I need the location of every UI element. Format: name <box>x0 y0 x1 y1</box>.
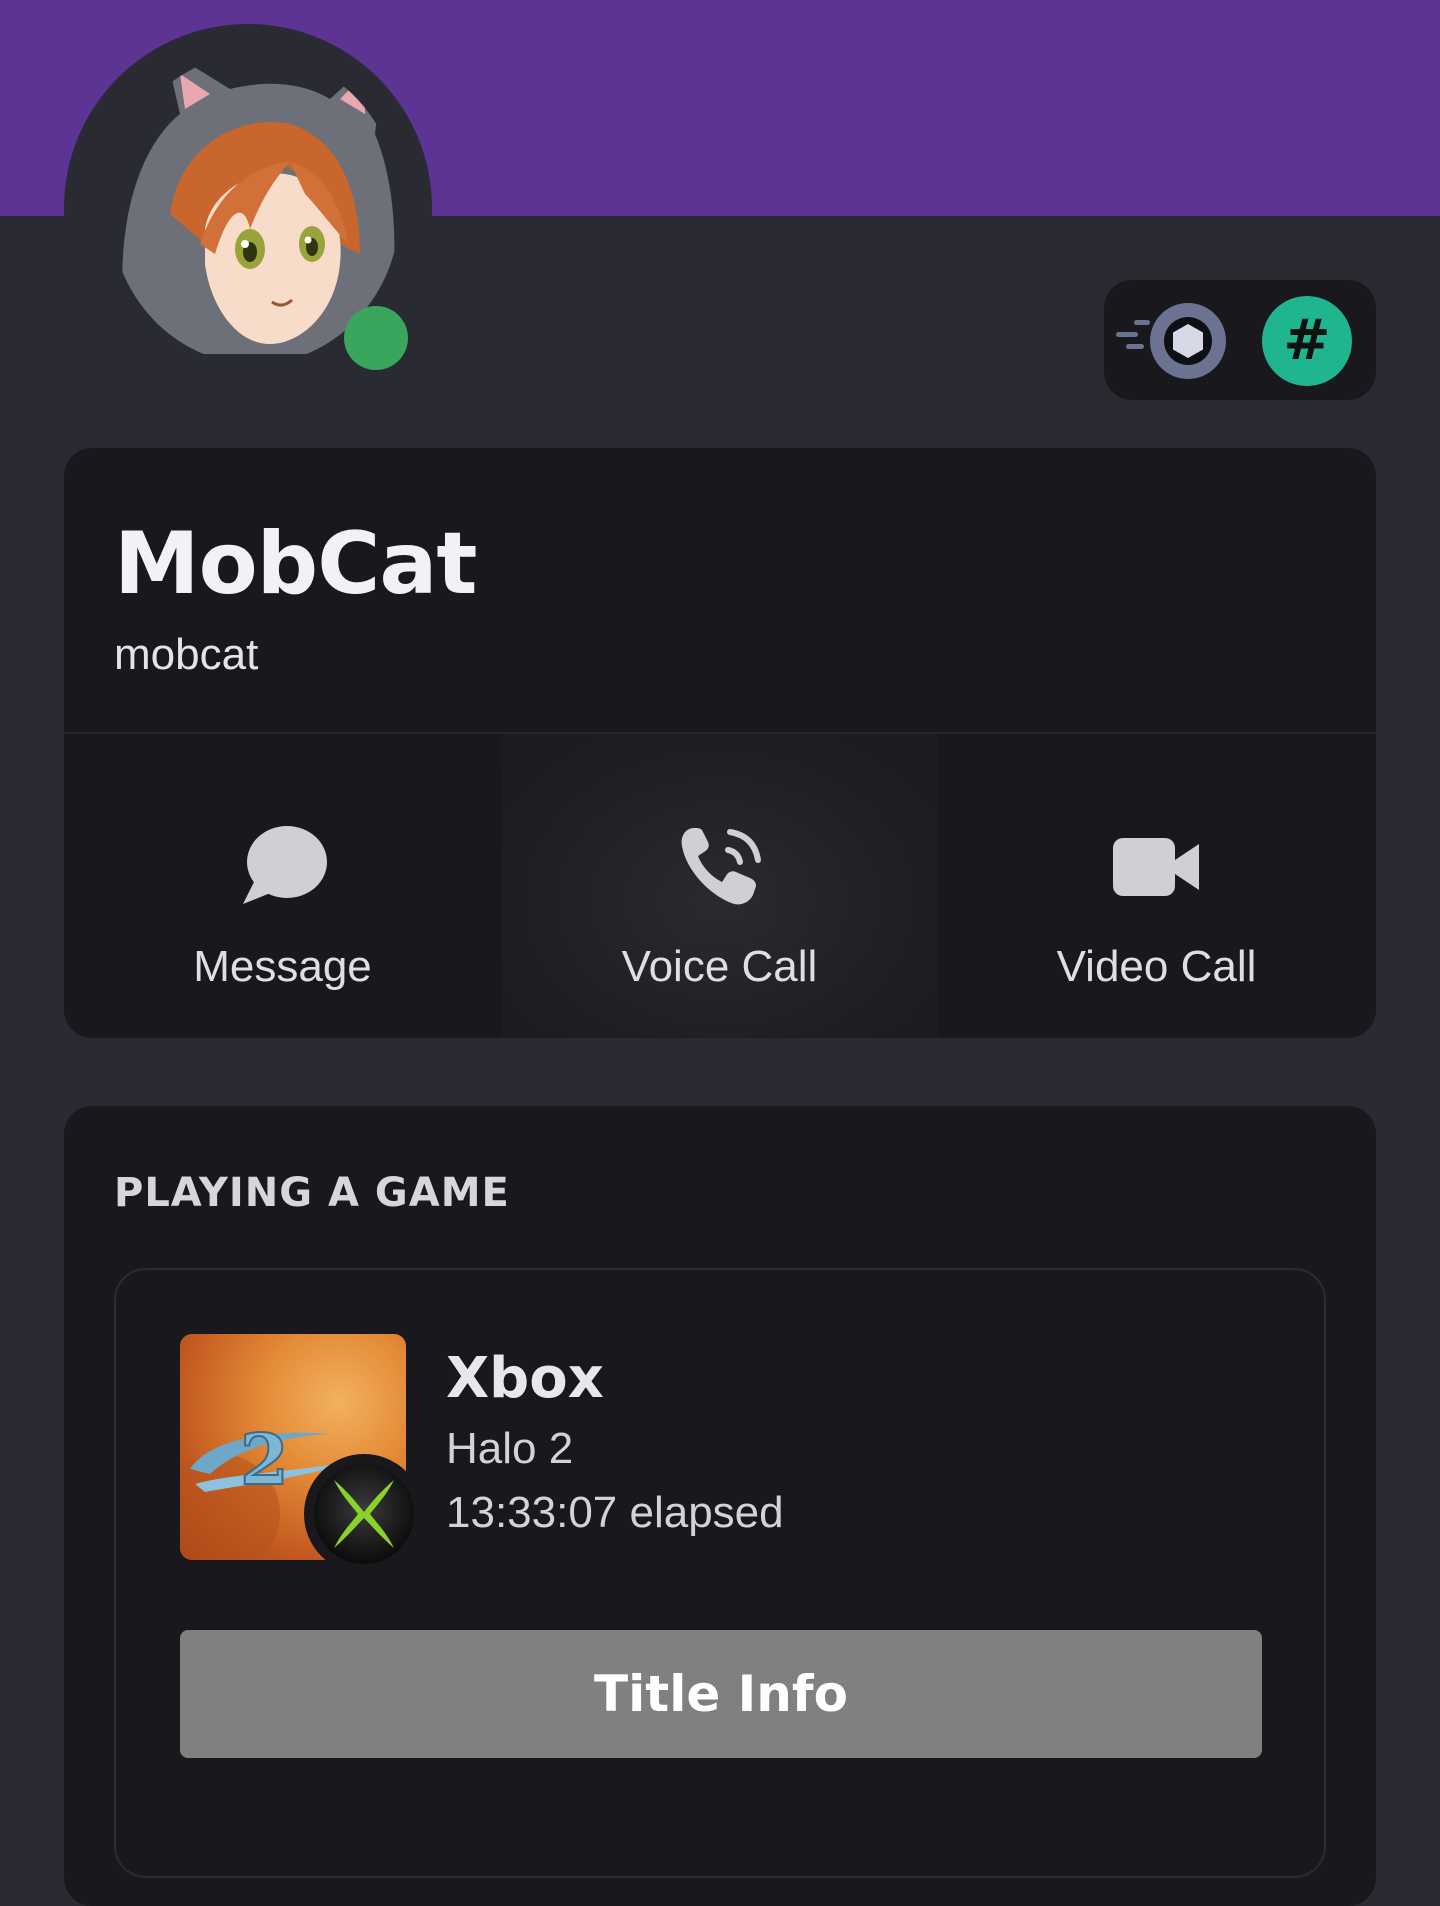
activity-details: Halo 2 <box>446 1424 574 1473</box>
status-indicator <box>344 306 408 370</box>
chat-bubble-icon <box>235 824 331 908</box>
activity-card: PLAYING A GAME 2 Xbox Halo 2 13:33:07 el… <box>64 1106 1376 1906</box>
video-call-label: Video Call <box>1056 942 1257 991</box>
section-title: PLAYING A GAME <box>114 1170 510 1216</box>
hash-icon[interactable]: # <box>1262 296 1352 386</box>
username: mobcat <box>114 630 259 679</box>
activity-name: Xbox <box>446 1346 604 1411</box>
game-activity: 2 Xbox Halo 2 13:33:07 elapsed Title Inf… <box>114 1268 1326 1878</box>
svg-text:2: 2 <box>240 1418 289 1501</box>
badge-tray: # <box>1104 280 1376 400</box>
activity-elapsed: 13:33:07 elapsed <box>446 1488 784 1537</box>
phone-icon <box>672 824 768 908</box>
video-camera-icon <box>1109 824 1205 908</box>
speed-nitro-icon[interactable] <box>1114 296 1226 386</box>
title-info-button[interactable]: Title Info <box>180 1630 1262 1758</box>
display-name: MobCat <box>114 514 477 614</box>
video-call-button[interactable]: Video Call <box>938 734 1375 1038</box>
profile-card: MobCat mobcat Message Voice Call Video C… <box>64 448 1376 1038</box>
voice-call-button[interactable]: Voice Call <box>501 734 938 1038</box>
message-button[interactable]: Message <box>64 734 501 1038</box>
xbox-icon <box>304 1454 424 1574</box>
message-label: Message <box>193 942 372 991</box>
voice-call-label: Voice Call <box>621 942 818 991</box>
